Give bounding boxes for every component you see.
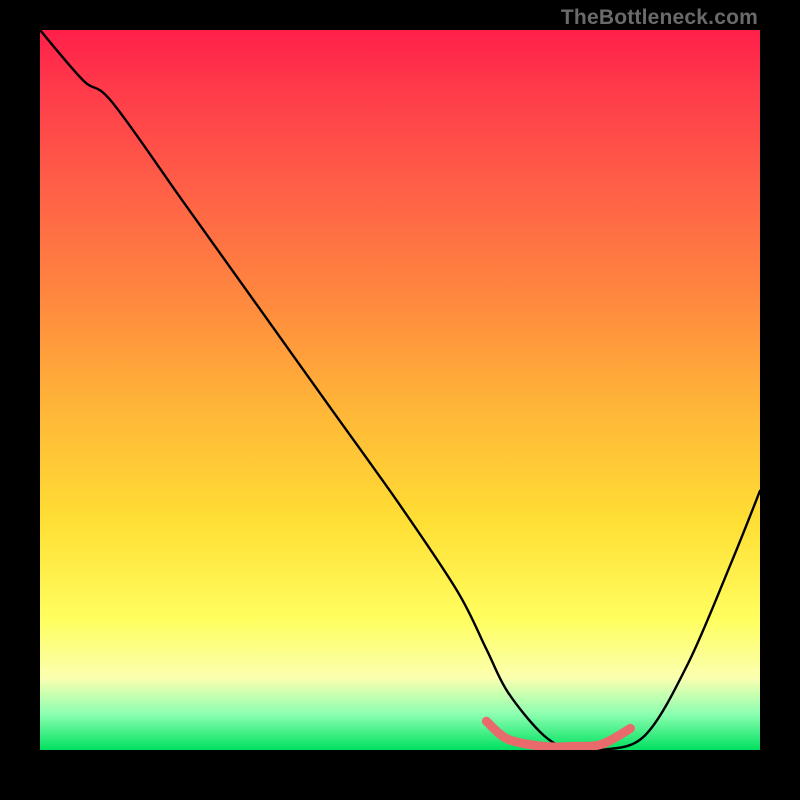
gradient-background (40, 30, 760, 750)
chart-frame (40, 30, 760, 750)
watermark-text: TheBottleneck.com (561, 6, 758, 30)
